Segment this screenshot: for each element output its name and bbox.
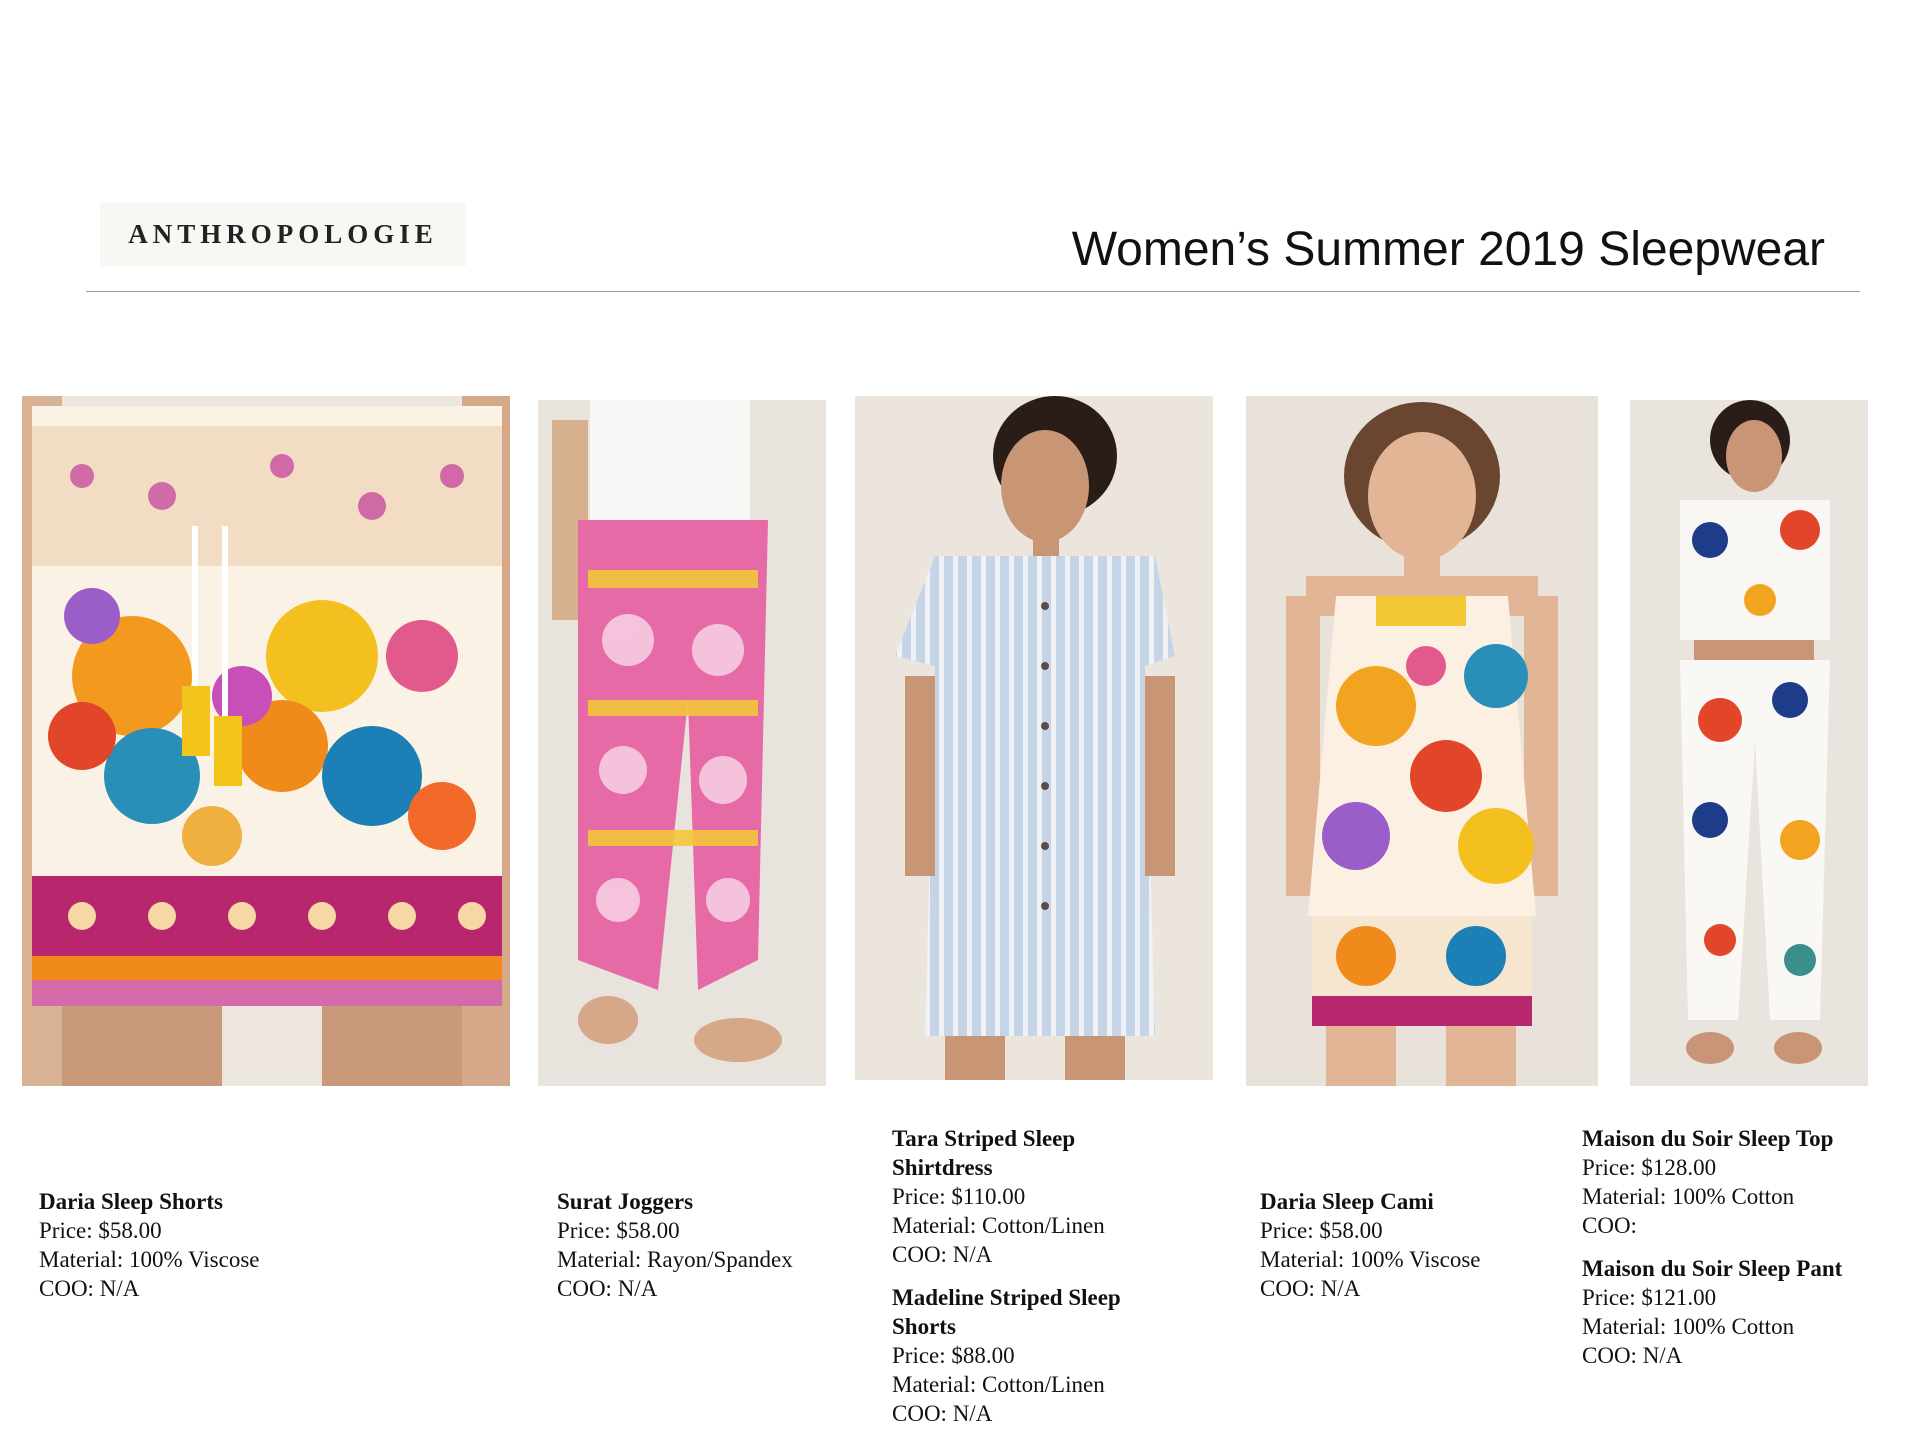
product-price: Price: $121.00 — [1582, 1285, 1717, 1310]
product-name: Madeline Striped Sleep Shorts — [892, 1285, 1121, 1339]
product-name: Daria Sleep Shorts — [39, 1189, 223, 1214]
product-name: Maison du Soir Sleep Top — [1582, 1126, 1834, 1151]
product-price: Price: $58.00 — [1260, 1218, 1383, 1243]
product-coo: COO: N/A — [1582, 1343, 1683, 1368]
product-photo-surat-joggers — [538, 400, 826, 1086]
brand-logo-text: ANTHROPOLOGIE — [128, 218, 438, 249]
product-material: Material: Rayon/Spandex — [557, 1247, 793, 1272]
product-coo: COO: N/A — [892, 1401, 993, 1426]
page-title: Women’s Summer 2019 Sleepwear — [1071, 223, 1825, 276]
product-caption-daria-sleep-cami: Daria Sleep Cami Price: $58.00 Material:… — [1260, 1187, 1480, 1303]
product-name: Surat Joggers — [557, 1189, 694, 1214]
product-coo: COO: N/A — [1260, 1276, 1361, 1301]
product-caption-daria-sleep-shorts: Daria Sleep Shorts Price: $58.00 Materia… — [39, 1187, 259, 1303]
product-photo-maison-du-soir-set — [1630, 400, 1868, 1086]
product-material: Material: 100% Cotton — [1582, 1184, 1795, 1209]
product-price: Price: $58.00 — [557, 1218, 680, 1243]
product-coo: COO: N/A — [557, 1276, 658, 1301]
product-price: Price: $110.00 — [892, 1184, 1026, 1209]
product-material: Material: Cotton/Linen — [892, 1213, 1105, 1238]
product-material: Material: Cotton/Linen — [892, 1372, 1105, 1397]
product-coo: COO: N/A — [892, 1242, 993, 1267]
product-caption-surat-joggers: Surat Joggers Price: $58.00 Material: Ra… — [557, 1187, 793, 1303]
product-price: Price: $88.00 — [892, 1343, 1015, 1368]
product-material: Material: 100% Cotton — [1582, 1314, 1795, 1339]
product-name: Tara Striped Sleep Shirtdress — [892, 1126, 1076, 1180]
product-caption-maison-du-soir: Maison du Soir Sleep Top Price: $128.00 … — [1582, 1124, 1902, 1370]
product-coo: COO: — [1582, 1213, 1637, 1238]
product-material: Material: 100% Viscose — [1260, 1247, 1481, 1272]
product-coo: COO: N/A — [39, 1276, 140, 1301]
product-photo-tara-striped-shirtdress — [855, 396, 1213, 1080]
product-name: Maison du Soir Sleep Pant — [1582, 1256, 1843, 1281]
product-photo-daria-sleep-shorts — [22, 396, 510, 1086]
product-caption-tara-madeline: Tara Striped Sleep Shirtdress Price: $11… — [892, 1124, 1152, 1428]
product-name: Daria Sleep Cami — [1260, 1189, 1434, 1214]
header-divider — [86, 291, 1860, 292]
product-material: Material: 100% Viscose — [39, 1247, 260, 1272]
product-price: Price: $58.00 — [39, 1218, 162, 1243]
product-photo-daria-sleep-cami — [1246, 396, 1598, 1086]
product-price: Price: $128.00 — [1582, 1155, 1717, 1180]
brand-logo: ANTHROPOLOGIE — [100, 202, 466, 266]
